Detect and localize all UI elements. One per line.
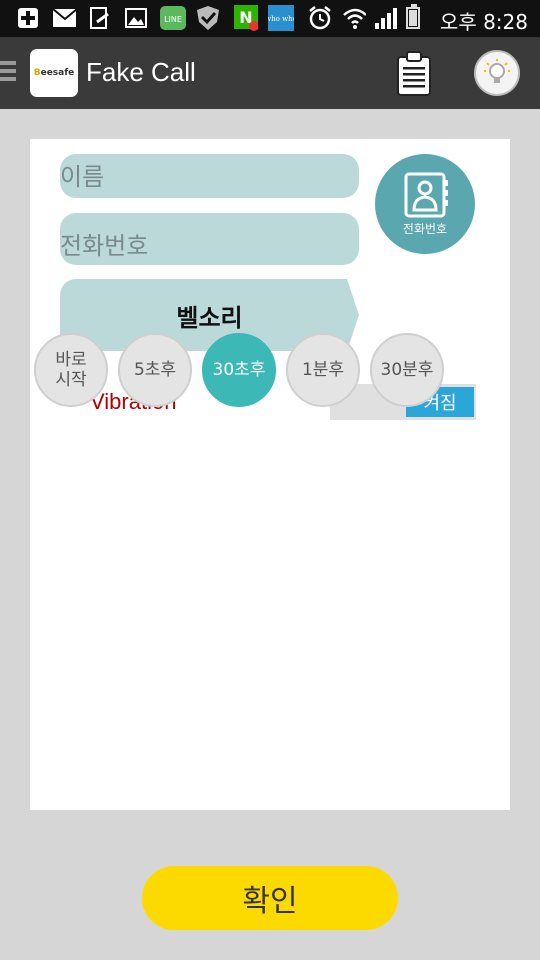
clipboard-icon[interactable]	[394, 51, 434, 97]
timer-start-now[interactable]: 바로 시작	[34, 333, 108, 407]
timer-30-seconds[interactable]: 30초후	[202, 333, 276, 407]
n-app-icon: N	[234, 5, 258, 31]
timer-label: 30분후	[380, 360, 434, 380]
image-icon	[124, 6, 148, 30]
whowho-text: who who	[268, 15, 294, 23]
contacts-button-label: 전화번호	[402, 221, 448, 236]
battery-icon	[406, 4, 420, 29]
app-title: Fake Call	[86, 57, 196, 87]
lightbulb-icon[interactable]	[474, 50, 520, 96]
timer-label: 1분후	[301, 360, 345, 380]
menu-icon[interactable]	[0, 61, 16, 83]
timer-label: 5초후	[133, 360, 177, 380]
wifi-icon	[342, 6, 366, 30]
timer-1-minute[interactable]: 1분후	[286, 333, 360, 407]
app-logo: Beesafe	[30, 49, 78, 97]
contact-book-icon	[404, 172, 448, 217]
app-bar: Beesafe Fake Call	[0, 37, 540, 109]
line-app-text: LINE	[164, 15, 182, 24]
phone-number-field[interactable]: 전화번호	[60, 213, 359, 265]
timer-30-minutes[interactable]: 30분후	[370, 333, 444, 407]
contacts-button[interactable]: 전화번호	[375, 154, 475, 254]
name-field[interactable]: 이름	[60, 154, 359, 198]
status-time: 오후 8:28	[439, 10, 528, 34]
fake-call-form-card: 이름 전화번호 벨소리 전화번호 Vibration 켜짐	[30, 139, 510, 810]
timer-5-seconds[interactable]: 5초후	[118, 333, 192, 407]
file-export-icon	[88, 6, 112, 30]
timer-label: 바로 시작	[55, 350, 87, 390]
confirm-button[interactable]: 확인	[142, 866, 398, 930]
shield-icon	[196, 6, 220, 30]
timer-label: 30초후	[212, 360, 266, 380]
line-app-icon: LINE	[160, 6, 186, 30]
mail-icon	[52, 6, 76, 30]
whowho-icon: who who	[268, 5, 294, 31]
plus-icon	[16, 6, 40, 30]
status-bar: LINE N who who 오후 8:28	[0, 0, 540, 37]
signal-icon	[373, 6, 397, 30]
alarm-icon	[307, 6, 331, 30]
